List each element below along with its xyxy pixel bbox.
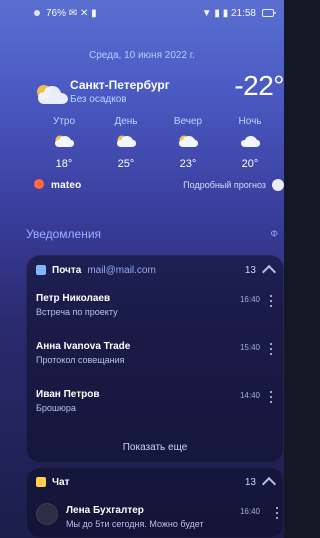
- mail-notification-card[interactable]: Почта mail@mail.com 13 Петр Николаев Вст…: [26, 255, 284, 463]
- mail-app-info: Почта mail@mail.com: [36, 265, 156, 276]
- cloud-sun-icon: [179, 135, 198, 147]
- chat-card-controls: 13: [244, 476, 277, 491]
- notifications-header-right[interactable]: Ф: [270, 229, 278, 240]
- city-name: Санкт‑Петербург: [70, 78, 170, 92]
- mail-card-controls: 13: [244, 264, 277, 279]
- status-right-text: ▼ ▮ ▮ 21:58: [201, 7, 256, 19]
- battery-icon: [262, 9, 276, 17]
- status-left-text: 76% ✉ ✕ ▮: [46, 7, 97, 19]
- weather-periods: Утро 18° День 25° Вечер 23° Ночь 20°: [34, 116, 284, 172]
- period-evening: Вечер 23°: [158, 116, 218, 170]
- chat-card-header[interactable]: Чат 13: [26, 467, 284, 497]
- mail-subject: Протокол совещания: [36, 355, 125, 365]
- weather-footer: mateo Подробный прогноз: [34, 176, 284, 194]
- cloud-icon: [241, 136, 260, 147]
- mail-count: 13: [244, 264, 256, 276]
- mail-sender: Анна Ivanova Trade: [36, 341, 131, 352]
- mail-item[interactable]: Петр Николаев Встреча по проекту 16:40: [26, 289, 284, 327]
- chat-item[interactable]: Лена Бухгалтер Мы до 5ти сегодня. Можно …: [26, 499, 284, 537]
- period-label: Утро: [52, 116, 76, 127]
- mail-app-name: Почта: [52, 264, 82, 276]
- cloud-sun-icon: [55, 135, 74, 147]
- collapse-chevron-icon[interactable]: [261, 476, 277, 491]
- period-temp: 23°: [179, 158, 197, 170]
- more-options-icon[interactable]: [268, 391, 274, 405]
- mail-item[interactable]: Анна Ivanova Trade Протокол совещания 15…: [26, 337, 284, 375]
- current-temperature: -22°: [234, 70, 284, 101]
- notification-dot-icon: [34, 10, 40, 16]
- info-icon: [272, 179, 284, 191]
- chat-time: 16:40: [239, 507, 260, 516]
- period-temp: 25°: [117, 158, 135, 170]
- mail-time: 15:40: [239, 343, 260, 352]
- period-label: Вечер: [173, 116, 203, 127]
- mail-account: mail@mail.com: [87, 264, 156, 276]
- mail-subject: Встреча по проекту: [36, 307, 118, 317]
- weather-date: Среда, 10 июня 2022 г.: [88, 50, 195, 61]
- period-temp: 20°: [241, 158, 259, 170]
- period-label: Ночь: [238, 116, 262, 127]
- weather-condition: Без осадков: [70, 94, 127, 105]
- mail-time: 16:40: [239, 295, 260, 304]
- forecast-link[interactable]: Подробный прогноз: [183, 179, 284, 191]
- cloud-sun-icon: [37, 85, 68, 104]
- period-morning: Утро 18°: [34, 116, 94, 170]
- status-left: 76% ✉ ✕ ▮: [34, 8, 97, 19]
- phone-screen: 76% ✉ ✕ ▮ ▼ ▮ ▮ 21:58 Среда, 10 июня 202…: [0, 0, 284, 538]
- chat-notification-card[interactable]: Чат 13 Лена Бухгалтер Мы до 5ти сегодня.…: [26, 467, 284, 538]
- weather-brand: mateo: [34, 179, 81, 191]
- collapse-chevron-icon[interactable]: [261, 264, 277, 279]
- chat-app-info: Чат: [36, 477, 70, 488]
- chat-count: 13: [244, 476, 256, 488]
- mail-item[interactable]: Иван Петров Брошюра 14:40: [26, 385, 284, 423]
- mail-subject: Брошюра: [36, 403, 76, 413]
- period-night: Ночь 20°: [220, 116, 280, 170]
- mail-card-header[interactable]: Почта mail@mail.com 13: [26, 255, 284, 285]
- period-label: День: [114, 116, 138, 127]
- chat-sender: Лена Бухгалтер: [66, 505, 144, 516]
- brand-text: mateo: [50, 180, 82, 191]
- status-bar: 76% ✉ ✕ ▮ ▼ ▮ ▮ 21:58: [0, 0, 284, 26]
- period-temp: 18°: [55, 158, 73, 170]
- more-options-icon[interactable]: [268, 295, 274, 309]
- chat-app-name: Чат: [52, 476, 70, 488]
- status-right: ▼ ▮ ▮ 21:58: [201, 7, 276, 19]
- forecast-link-text: Подробный прогноз: [183, 180, 266, 190]
- notifications-title: Уведомления: [26, 227, 102, 241]
- brand-dot-icon: [34, 179, 44, 189]
- mail-sender: Петр Николаев: [36, 293, 111, 304]
- show-more-button[interactable]: Показать еще: [26, 442, 284, 453]
- mail-sender: Иван Петров: [36, 389, 100, 400]
- cloud-sun-icon: [117, 135, 136, 147]
- more-options-icon[interactable]: [268, 343, 274, 357]
- chat-app-icon: [36, 477, 46, 487]
- notifications-header: Уведомления Ф: [26, 225, 284, 243]
- avatar: [36, 503, 58, 525]
- mail-app-icon: [36, 265, 46, 275]
- mail-time: 14:40: [239, 391, 260, 400]
- period-day: День 25°: [96, 116, 156, 170]
- chat-message-preview: Мы до 5ти сегодня. Можно будет: [66, 519, 204, 529]
